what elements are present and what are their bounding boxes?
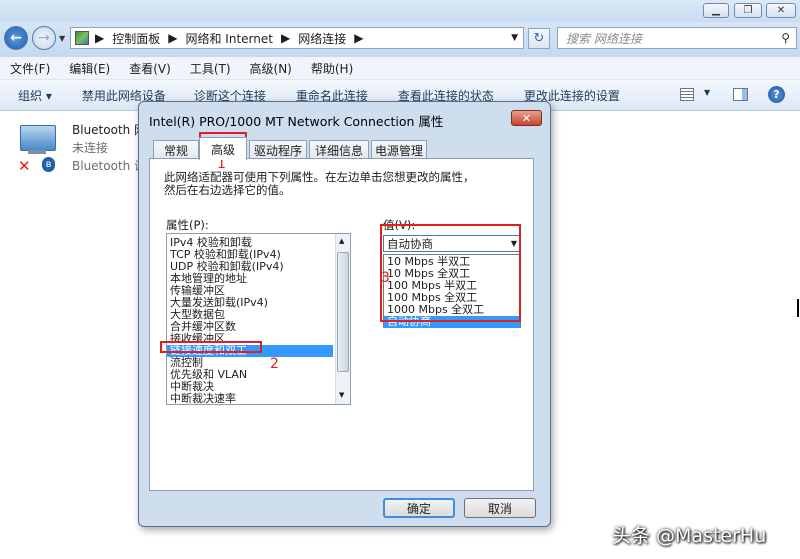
- tab-power[interactable]: 电源管理: [371, 140, 427, 159]
- property-scrollbar[interactable]: ▲ ▼: [335, 234, 350, 404]
- breadcrumb-sep-icon: ▶: [168, 31, 178, 45]
- scroll-up-icon[interactable]: ▲: [339, 237, 344, 245]
- description-line: 然后在右边选择它的值。: [164, 183, 291, 197]
- menu-help[interactable]: 帮助(H): [301, 60, 362, 77]
- back-button[interactable]: ←: [4, 26, 28, 50]
- control-panel-icon: [75, 31, 89, 45]
- watermark: 头条 @MasterHu: [612, 525, 767, 547]
- menu-advanced[interactable]: 高级(N): [240, 60, 301, 77]
- refresh-button[interactable]: ↻: [528, 28, 550, 49]
- refresh-icon: ↻: [533, 31, 545, 46]
- annotation-box-property: [160, 341, 262, 353]
- scroll-down-icon[interactable]: ▼: [339, 391, 344, 399]
- address-bar-area: ← → ▼ ▶ 控制面板 ▶ 网络和 Internet ▶ 网络连接 ▶ ▼ ↻…: [0, 22, 800, 57]
- bluetooth-connection-icon[interactable]: ✕ ʙ: [18, 123, 58, 175]
- menu-view[interactable]: 查看(V): [119, 60, 180, 77]
- dialog-close-button[interactable]: ✕: [511, 110, 542, 126]
- breadcrumb-sep-icon: ▶: [354, 31, 364, 45]
- preview-pane-icon[interactable]: [733, 88, 748, 101]
- dialog-title: Intel(R) PRO/1000 MT Network Connection …: [149, 114, 444, 129]
- help-icon[interactable]: ?: [768, 86, 785, 103]
- search-input[interactable]: 搜索 网络连接 ⚲: [557, 27, 797, 49]
- forward-button[interactable]: →: [32, 26, 56, 50]
- property-item[interactable]: 中断裁决速率: [167, 393, 333, 405]
- close-window-button[interactable]: ✕: [766, 3, 796, 18]
- breadcrumb-item[interactable]: 网络连接: [298, 30, 346, 47]
- menu-file[interactable]: 文件(F): [0, 60, 59, 77]
- restore-button[interactable]: ❐: [734, 3, 762, 18]
- back-arrow-icon: ←: [10, 30, 22, 46]
- view-options-icon[interactable]: [680, 88, 694, 101]
- breadcrumb-item[interactable]: 控制面板: [112, 30, 160, 47]
- history-dropdown-icon[interactable]: ▼: [59, 34, 65, 43]
- ok-button[interactable]: 确定: [383, 498, 455, 518]
- breadcrumb-sep-icon: ▶: [280, 31, 291, 45]
- property-listbox[interactable]: IPv4 校验和卸载 TCP 校验和卸载(IPv4) UDP 校验和卸载(IPv…: [166, 233, 351, 405]
- connection-status: 未连接: [72, 141, 109, 155]
- address-dropdown-icon[interactable]: ▼: [511, 33, 518, 43]
- tab-details[interactable]: 详细信息: [309, 140, 369, 159]
- property-label: 属性(P):: [166, 218, 209, 232]
- text-cursor: [797, 299, 799, 317]
- cancel-button[interactable]: 取消: [464, 498, 536, 518]
- bluetooth-icon: ʙ: [42, 157, 55, 172]
- breadcrumb-sep-icon: ▶: [95, 31, 105, 45]
- view-dropdown-icon[interactable]: ▼: [704, 88, 710, 97]
- tab-general[interactable]: 常规: [153, 140, 199, 159]
- advanced-tab-panel: 此网络适配器可使用下列属性。在左边单击您想更改的属性， 然后在右边选择它的值。 …: [149, 158, 534, 491]
- close-icon: ✕: [521, 111, 532, 125]
- address-box[interactable]: ▶ 控制面板 ▶ 网络和 Internet ▶ 网络连接 ▶ ▼: [70, 27, 524, 49]
- minimize-button[interactable]: ▁: [703, 3, 729, 18]
- forward-arrow-icon: →: [38, 30, 50, 46]
- tab-advanced[interactable]: 高级: [199, 137, 247, 160]
- annotation-box-value: [380, 224, 521, 322]
- connection-name: Bluetooth 网: [72, 123, 147, 137]
- search-placeholder: 搜索 网络连接: [566, 31, 642, 46]
- window-titlebar: ▁ ❐ ✕: [0, 0, 800, 22]
- organize-button[interactable]: 组织 ▾: [18, 87, 52, 104]
- annotation-number: 2: [270, 356, 279, 372]
- menu-bar: 文件(F) 编辑(E) 查看(V) 工具(T) 高级(N) 帮助(H): [0, 57, 800, 80]
- disconnected-x-icon: ✕: [18, 157, 31, 175]
- breadcrumb-item[interactable]: 网络和 Internet: [185, 30, 272, 47]
- search-icon[interactable]: ⚲: [781, 31, 790, 45]
- description-text: 此网络适配器可使用下列属性。在左边单击您想更改的属性， 然后在右边选择它的值。: [164, 171, 524, 197]
- menu-edit[interactable]: 编辑(E): [59, 60, 119, 77]
- menu-tools[interactable]: 工具(T): [180, 60, 240, 77]
- tab-driver[interactable]: 驱动程序: [249, 140, 307, 159]
- scroll-thumb[interactable]: [337, 252, 349, 372]
- connection-device: Bluetooth 设: [72, 159, 147, 173]
- annotation-number: 3: [381, 270, 390, 286]
